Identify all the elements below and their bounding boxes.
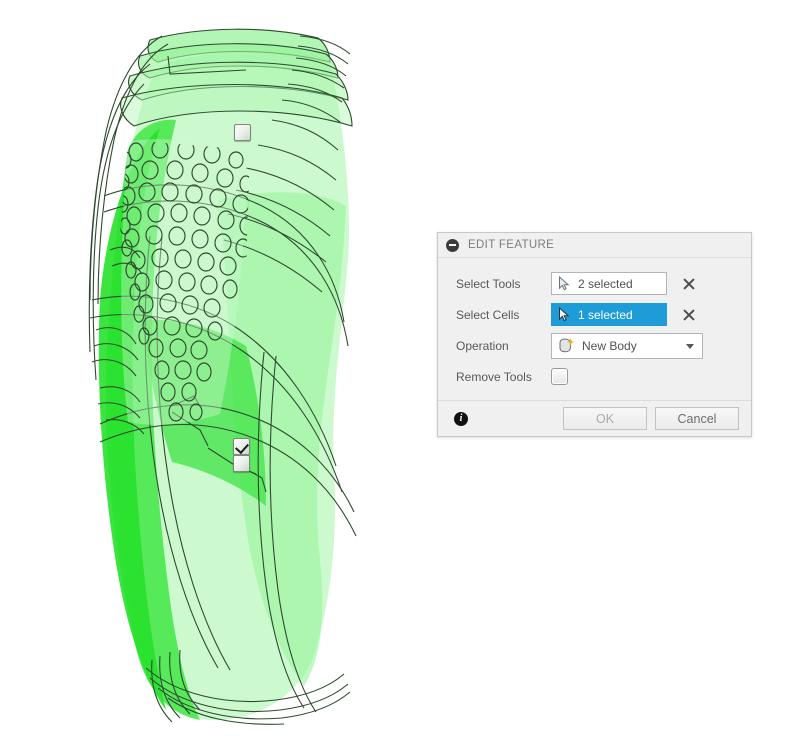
select-cells-value: 1 selected (578, 307, 633, 322)
label-remove-tools: Remove Tools (456, 369, 532, 384)
row-select-cells: Select Cells 1 selected (438, 299, 751, 330)
info-icon[interactable]: i (454, 411, 468, 426)
manipulator-handle-plain[interactable] (233, 455, 250, 472)
manipulator-handle-check[interactable] (233, 438, 250, 455)
clear-select-cells-icon[interactable] (681, 307, 697, 323)
select-cells-field[interactable]: 1 selected (551, 303, 667, 326)
page-title: EDIT FEATURE (468, 239, 555, 251)
3d-model-viewport[interactable] (0, 0, 430, 746)
remove-tools-checkbox[interactable] (551, 368, 568, 385)
label-operation: Operation (456, 338, 509, 353)
operation-dropdown[interactable]: New Body (551, 332, 703, 359)
ok-button[interactable]: OK (563, 407, 647, 430)
cursor-arrow-icon (559, 307, 570, 322)
select-tools-value: 2 selected (578, 276, 633, 291)
minus-circle-icon[interactable] (446, 238, 459, 252)
cancel-button[interactable]: Cancel (655, 407, 739, 430)
cad-model-graphic (88, 28, 357, 725)
row-operation: Operation New Body (438, 330, 751, 361)
cursor-arrow-icon (559, 276, 570, 291)
edit-feature-dialog: EDIT FEATURE Select Tools 2 selected Sel… (437, 232, 752, 437)
row-remove-tools: Remove Tools (438, 361, 751, 392)
select-tools-field[interactable]: 2 selected (551, 272, 667, 295)
label-select-cells: Select Cells (456, 307, 520, 322)
operation-value: New Body (582, 338, 637, 353)
row-select-tools: Select Tools 2 selected (438, 268, 751, 299)
dialog-footer: i OK Cancel (438, 400, 751, 436)
clear-select-tools-icon[interactable] (681, 276, 697, 292)
chevron-down-icon[interactable] (686, 343, 694, 349)
label-select-tools: Select Tools (456, 276, 521, 291)
new-body-icon (559, 338, 575, 353)
dialog-body: Select Tools 2 selected Select Cells 1 s… (438, 258, 751, 400)
manipulator-handle-top[interactable] (234, 124, 251, 141)
app-root: EDIT FEATURE Select Tools 2 selected Sel… (0, 0, 785, 746)
dialog-titlebar[interactable]: EDIT FEATURE (438, 233, 751, 258)
